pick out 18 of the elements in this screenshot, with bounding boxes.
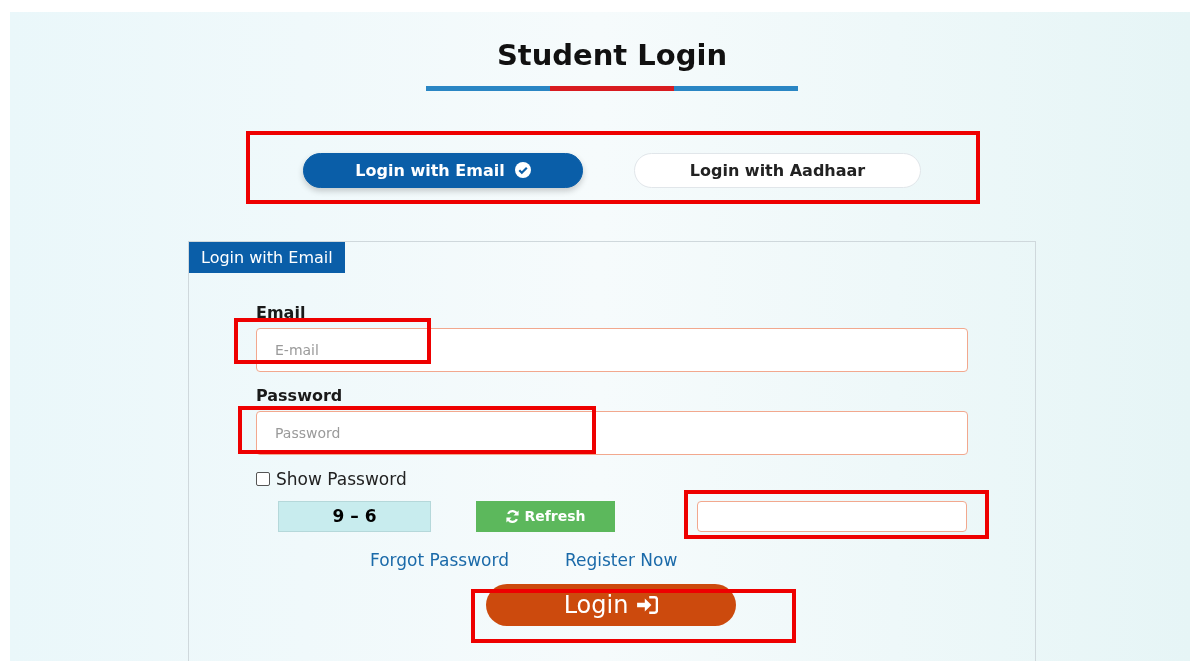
login-button[interactable]: Login: [486, 583, 736, 626]
captcha-question: 9 – 6: [278, 500, 431, 532]
password-field[interactable]: Password: [256, 410, 968, 455]
card-legend: Login with Email: [189, 241, 345, 273]
login-mode-tab[interactable]: Login with Email: [303, 152, 583, 188]
text-link[interactable]: Forgot Password: [370, 549, 509, 570]
page-title: Student Login: [496, 38, 728, 72]
checkbox-label: Show Password: [276, 468, 407, 489]
captcha-answer-field[interactable]: [697, 500, 967, 532]
refresh-icon: [505, 508, 521, 524]
checkbox[interactable]: [256, 471, 270, 486]
check-circle-icon: [514, 162, 531, 179]
field-label: Password: [256, 385, 344, 406]
login-mode-tab[interactable]: Login with Aadhaar: [634, 152, 921, 188]
text-link[interactable]: Register Now: [564, 549, 678, 570]
field-label: Email: [256, 302, 307, 323]
sign-in-icon: [636, 595, 659, 614]
email-field[interactable]: E-mail: [256, 327, 968, 372]
